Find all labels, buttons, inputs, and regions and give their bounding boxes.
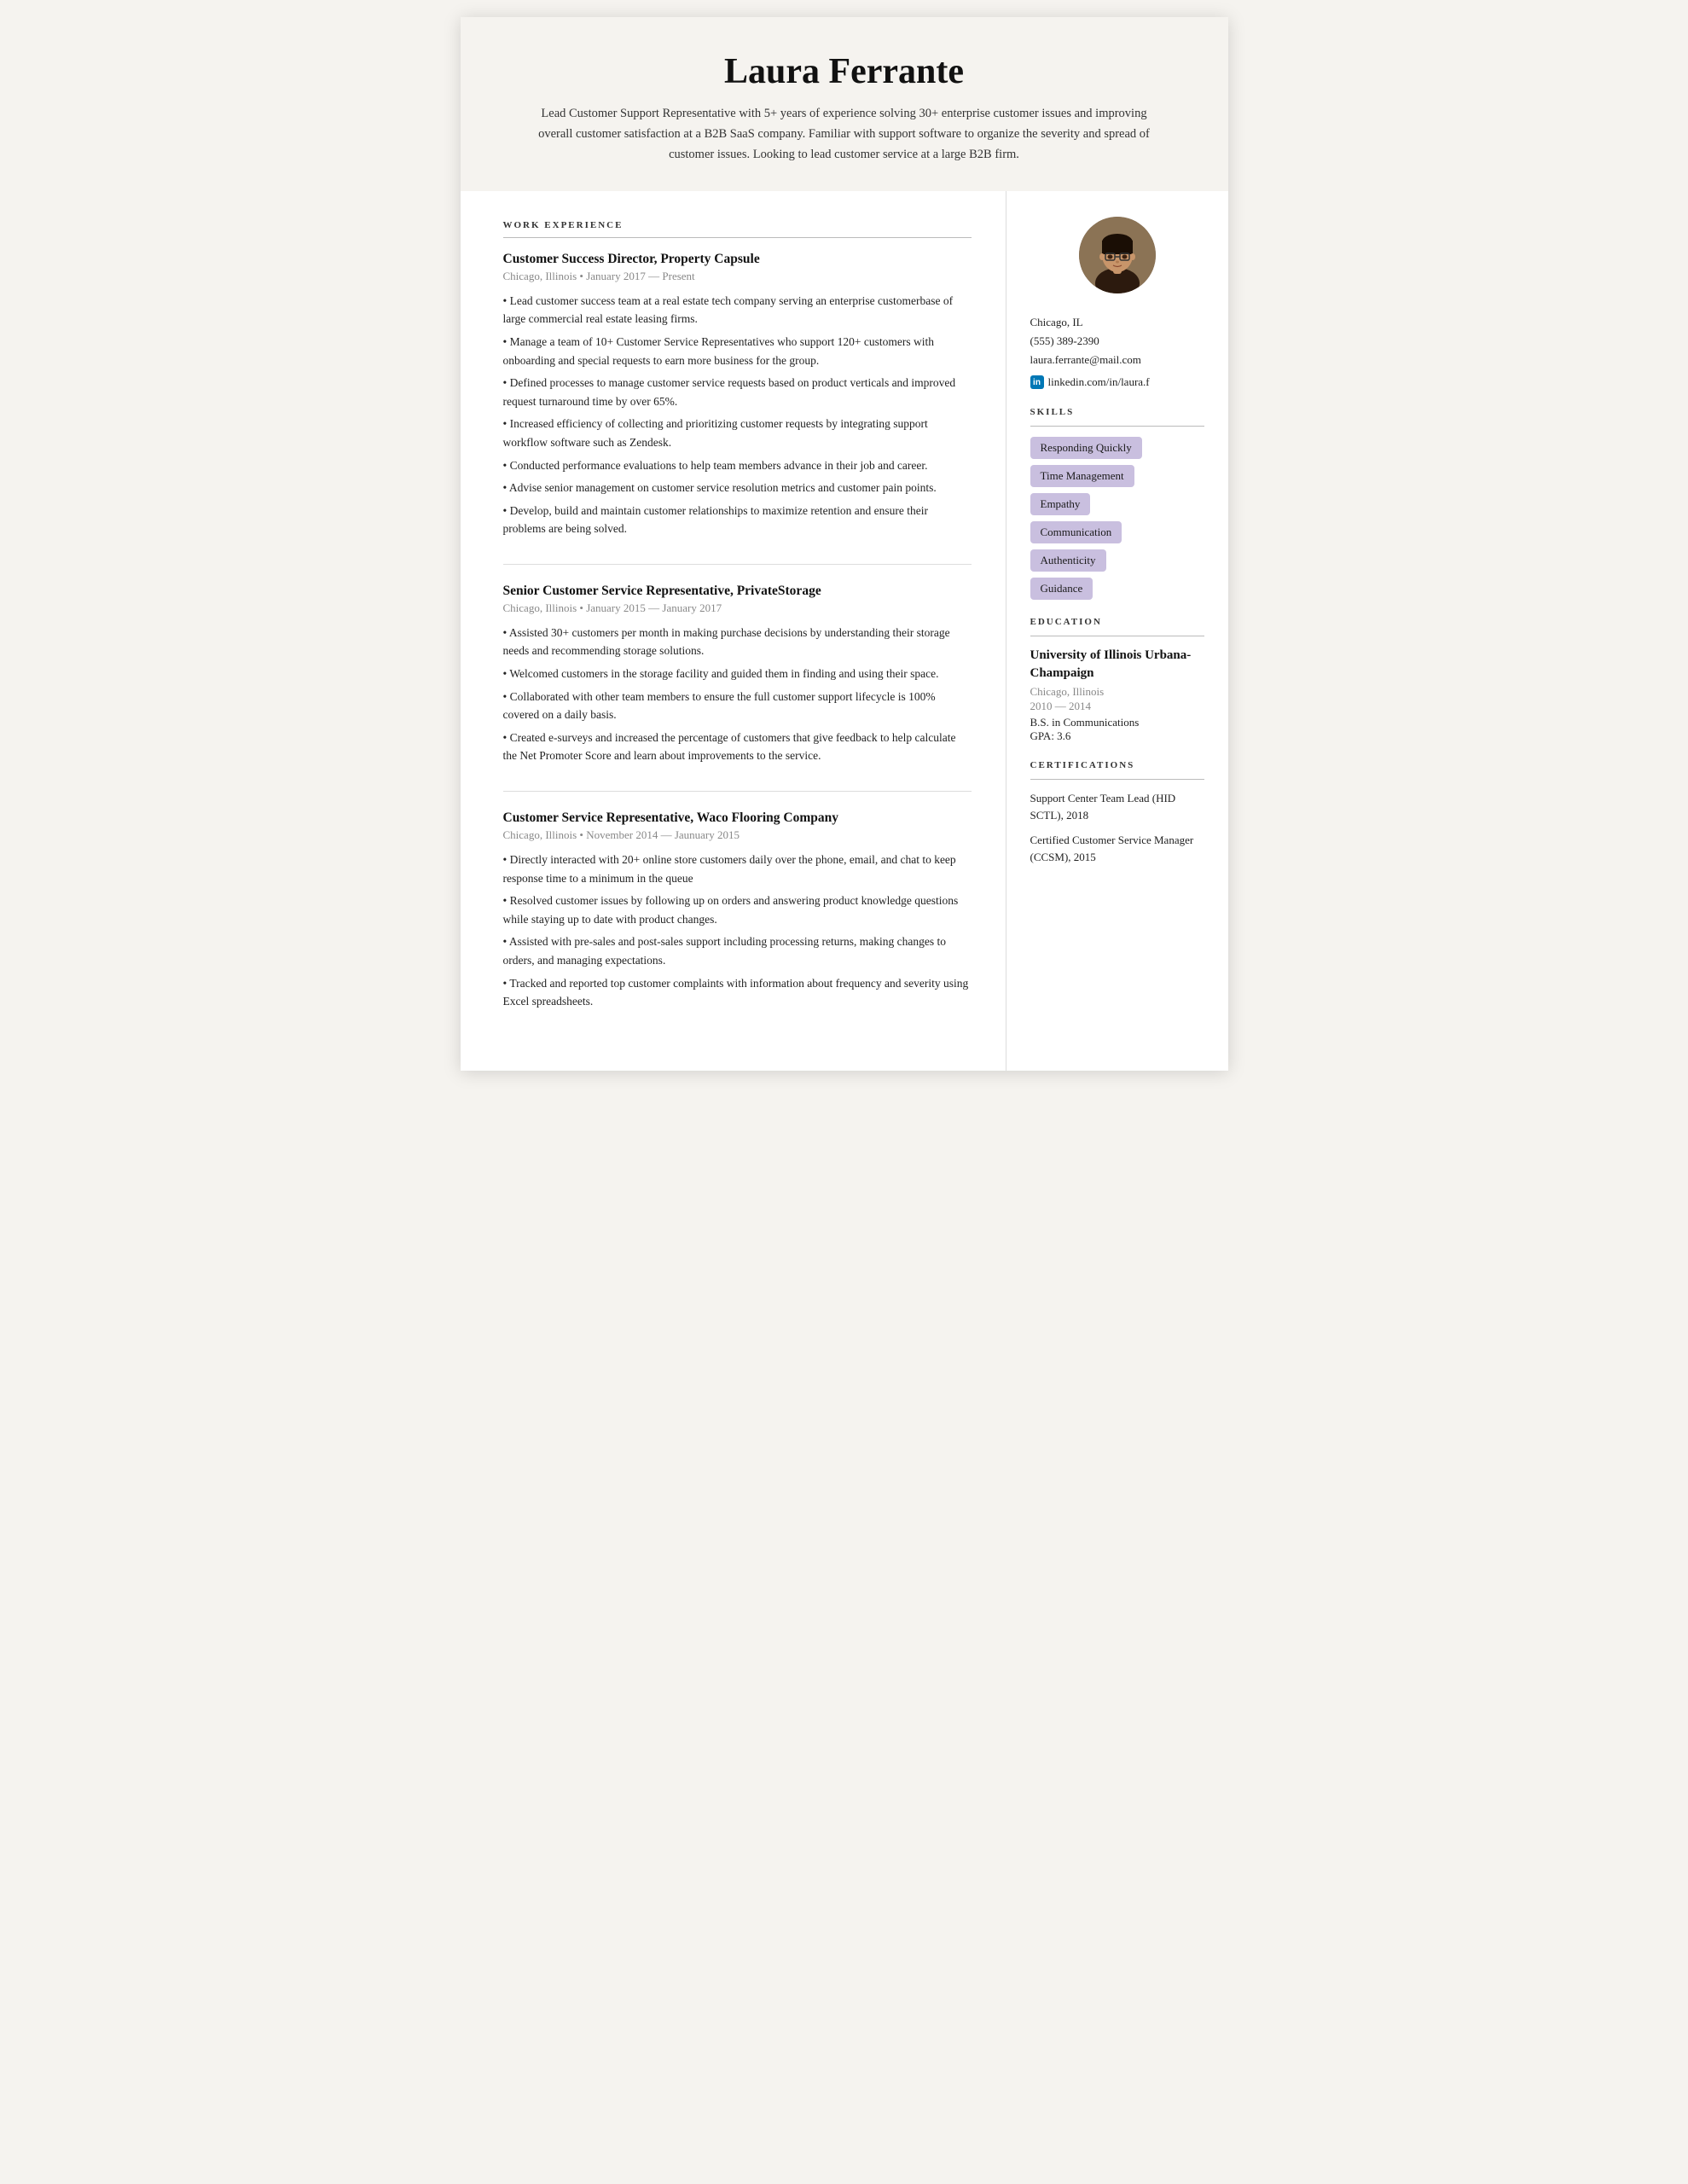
bullet-3-1: • Directly interacted with 20+ online st… — [503, 851, 972, 887]
education-label: EDUCATION — [1030, 617, 1204, 627]
job-entry-1: Customer Success Director, Property Caps… — [503, 252, 972, 538]
bullet-2-3: • Collaborated with other team members t… — [503, 688, 972, 724]
main-column: WORK EXPERIENCE Customer Success Directo… — [461, 191, 1006, 1071]
contact-info: Chicago, IL (555) 389-2390 laura.ferrant… — [1030, 313, 1204, 392]
job-meta-1: Chicago, Illinois • January 2017 — Prese… — [503, 270, 972, 283]
certifications-divider — [1030, 779, 1204, 780]
bullet-1-5: • Conducted performance evaluations to h… — [503, 456, 972, 475]
resume-header: Laura Ferrante Lead Customer Support Rep… — [461, 17, 1228, 191]
bullet-1-2: • Manage a team of 10+ Customer Service … — [503, 333, 972, 369]
contact-phone: (555) 389-2390 — [1030, 332, 1204, 351]
skill-tag-0: Responding Quickly — [1030, 437, 1142, 459]
skills-divider — [1030, 426, 1204, 427]
job-entry-3: Customer Service Representative, Waco Fl… — [503, 791, 972, 1011]
bullet-1-6: • Advise senior management on customer s… — [503, 479, 972, 497]
certifications-label: CERTIFICATIONS — [1030, 760, 1204, 770]
education-section: EDUCATION University of Illinois Urbana-… — [1030, 617, 1204, 743]
skill-tag-4: Authenticity — [1030, 549, 1106, 572]
sidebar: Chicago, IL (555) 389-2390 laura.ferrant… — [1006, 191, 1228, 1071]
candidate-summary: Lead Customer Support Representative wit… — [537, 104, 1151, 166]
skill-tag-2: Empathy — [1030, 493, 1091, 515]
candidate-name: Laura Ferrante — [512, 51, 1177, 92]
edu-years: 2010 — 2014 — [1030, 700, 1204, 713]
job-bullets-3: • Directly interacted with 20+ online st… — [503, 851, 972, 1011]
contact-location: Chicago, IL — [1030, 313, 1204, 332]
contact-linkedin: linkedin.com/in/laura.f — [1048, 373, 1150, 392]
bullet-1-1: • Lead customer success team at a real e… — [503, 292, 972, 328]
bullet-1-4: • Increased efficiency of collecting and… — [503, 415, 972, 451]
bullet-1-3: • Defined processes to manage customer s… — [503, 374, 972, 410]
bullet-2-1: • Assisted 30+ customers per month in ma… — [503, 624, 972, 660]
skills-section: SKILLS Responding Quickly Time Managemen… — [1030, 407, 1204, 600]
bullet-2-4: • Created e-surveys and increased the pe… — [503, 729, 972, 765]
avatar — [1079, 217, 1156, 293]
edu-gpa: GPA: 3.6 — [1030, 729, 1204, 743]
certifications-section: CERTIFICATIONS Support Center Team Lead … — [1030, 760, 1204, 865]
bullet-3-3: • Assisted with pre-sales and post-sales… — [503, 932, 972, 969]
edu-school: University of Illinois Urbana-Champaign — [1030, 647, 1204, 682]
skills-label: SKILLS — [1030, 407, 1204, 417]
skill-tag-1: Time Management — [1030, 465, 1134, 487]
job-title-2: Senior Customer Service Representative, … — [503, 584, 972, 599]
job-bullets-2: • Assisted 30+ customers per month in ma… — [503, 624, 972, 765]
cert-entry-1: Certified Customer Service Manager (CCSM… — [1030, 832, 1204, 865]
avatar-wrap — [1030, 217, 1204, 298]
job-meta-2: Chicago, Illinois • January 2015 — Janua… — [503, 601, 972, 615]
work-divider — [503, 237, 972, 238]
skills-list: Responding Quickly Time Management Empat… — [1030, 437, 1204, 600]
edu-degree: B.S. in Communications — [1030, 716, 1204, 729]
job-meta-3: Chicago, Illinois • November 2014 — Jaun… — [503, 828, 972, 842]
bullet-2-2: • Welcomed customers in the storage faci… — [503, 665, 972, 683]
resume-wrapper: Laura Ferrante Lead Customer Support Rep… — [461, 17, 1228, 1071]
contact-email: laura.ferrante@mail.com — [1030, 351, 1204, 369]
edu-location: Chicago, Illinois — [1030, 685, 1204, 699]
cert-entry-0: Support Center Team Lead (HID SCTL), 201… — [1030, 790, 1204, 823]
job-entry-2: Senior Customer Service Representative, … — [503, 564, 972, 765]
linkedin-icon: in — [1030, 375, 1044, 389]
linkedin-row: in linkedin.com/in/laura.f — [1030, 373, 1204, 392]
bullet-3-2: • Resolved customer issues by following … — [503, 892, 972, 928]
job-title-1: Customer Success Director, Property Caps… — [503, 252, 972, 267]
skill-tag-3: Communication — [1030, 521, 1122, 543]
work-experience-label: WORK EXPERIENCE — [503, 220, 972, 230]
job-title-3: Customer Service Representative, Waco Fl… — [503, 810, 972, 826]
job-bullets-1: • Lead customer success team at a real e… — [503, 292, 972, 538]
body-columns: WORK EXPERIENCE Customer Success Directo… — [461, 191, 1228, 1071]
bullet-1-7: • Develop, build and maintain customer r… — [503, 502, 972, 538]
bullet-3-4: • Tracked and reported top customer comp… — [503, 974, 972, 1011]
skill-tag-5: Guidance — [1030, 578, 1093, 600]
